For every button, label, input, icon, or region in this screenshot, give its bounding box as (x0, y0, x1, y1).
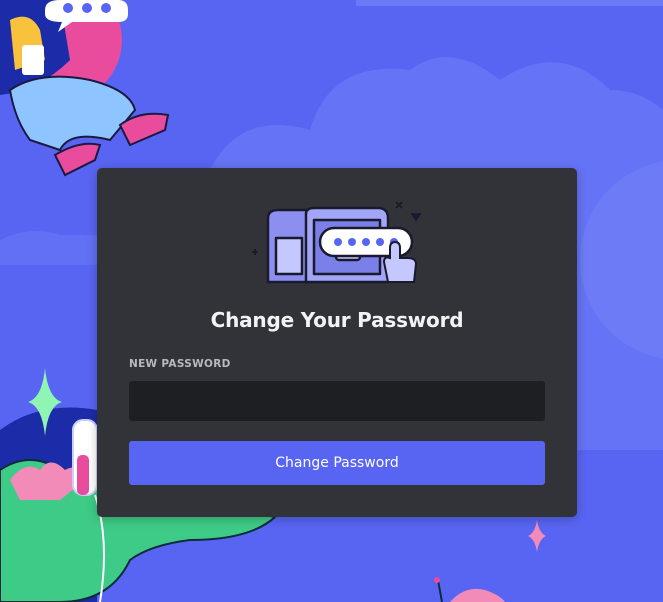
new-password-input[interactable] (129, 381, 545, 421)
modal-title: Change Your Password (210, 308, 464, 332)
bottom-right-object (434, 577, 505, 602)
top-left-character (0, 0, 170, 177)
pink-sparkle-icon (528, 520, 546, 552)
new-password-label: NEW PASSWORD (129, 358, 231, 370)
change-password-modal: Change Your Password NEW PASSWORD Change… (97, 168, 577, 517)
treasure-chest-icon (252, 201, 422, 284)
change-password-button[interactable]: Change Password (129, 441, 545, 485)
